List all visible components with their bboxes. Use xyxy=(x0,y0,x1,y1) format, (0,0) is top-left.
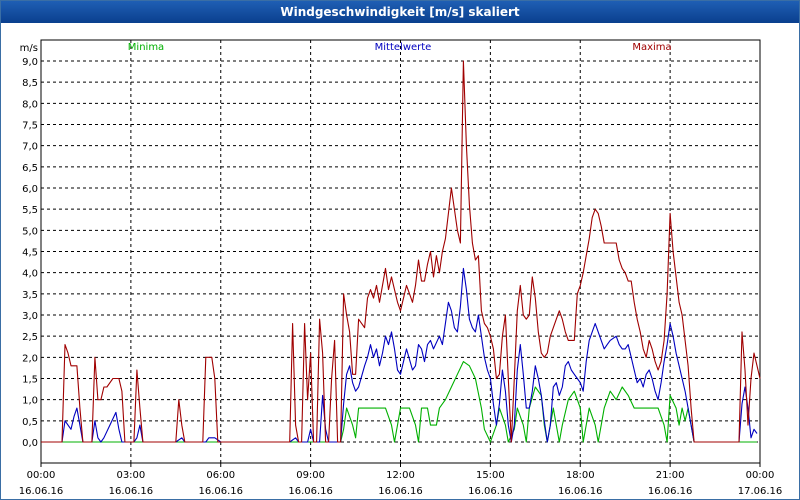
x-tick-label-time: 15:00 xyxy=(476,470,505,481)
x-tick-label-time: 00:00 xyxy=(27,470,56,481)
y-tick-label: 7,5 xyxy=(22,121,38,132)
y-tick-label: 6,0 xyxy=(22,184,38,195)
x-tick-label-time: 06:00 xyxy=(206,470,235,481)
x-tick-label-time: 09:00 xyxy=(296,470,325,481)
y-tick-label: 3,5 xyxy=(22,290,38,301)
x-tick-label-time: 00:00 xyxy=(746,470,775,481)
chart-window: Windgeschwindigkeit [m/s] skaliert 0,0 0,… xyxy=(0,0,800,500)
y-tick-label: 4,0 xyxy=(22,269,38,280)
y-tick-label: 5,0 xyxy=(22,226,38,237)
x-tick-label-date: 16.06.16 xyxy=(558,486,603,497)
legend-minima: Minima xyxy=(128,42,164,53)
x-tick-label-time: 12:00 xyxy=(386,470,415,481)
y-tick-label: 9,0 xyxy=(22,57,38,68)
x-tick-label-date: 16.06.16 xyxy=(468,486,513,497)
x-tick-label-time: 21:00 xyxy=(656,470,685,481)
y-tick-label: 1,5 xyxy=(22,375,38,386)
line-chart: 0,0 0,5 1,0 1,5 2,0 2,5 3,0 3,5 4,0 4,5 5,0 5,5 6,0 6… xyxy=(19,39,783,497)
x-tick-label-date: 16.06.16 xyxy=(288,486,333,497)
x-tick-label-date: 16.06.16 xyxy=(648,486,693,497)
y-tick-label: 5,5 xyxy=(22,205,38,216)
x-tick-label-time: 03:00 xyxy=(116,470,145,481)
y-tick-label: 4,5 xyxy=(22,248,38,259)
y-axis-label: m/s xyxy=(20,43,38,54)
y-tick-label: 6,5 xyxy=(22,163,38,174)
y-tick-label: 7,0 xyxy=(22,142,38,153)
y-tick-label: 3,0 xyxy=(22,311,38,322)
y-tick-label: 0,0 xyxy=(22,438,38,449)
y-tick-label: 8,5 xyxy=(22,78,38,89)
x-tick-label-date: 16.06.16 xyxy=(378,486,423,497)
y-tick-label: 2,0 xyxy=(22,353,38,364)
y-tick-label: 0,5 xyxy=(22,417,38,428)
x-tick-label-date: 16.06.16 xyxy=(109,486,154,497)
y-tick-label: 2,5 xyxy=(22,332,38,343)
x-tick-label-time: 18:00 xyxy=(566,470,595,481)
y-tick-label: 1,0 xyxy=(22,396,38,407)
x-tick-label-date: 17.06.16 xyxy=(738,486,783,497)
window-title: Windgeschwindigkeit [m/s] skaliert xyxy=(1,1,799,23)
x-tick-label-date: 16.06.16 xyxy=(198,486,243,497)
y-tick-label: 8,0 xyxy=(22,99,38,110)
legend-mittelwerte: Mittelwerte xyxy=(375,42,432,53)
legend-maxima: Maxima xyxy=(632,42,671,53)
x-tick-label-date: 16.06.16 xyxy=(19,486,64,497)
